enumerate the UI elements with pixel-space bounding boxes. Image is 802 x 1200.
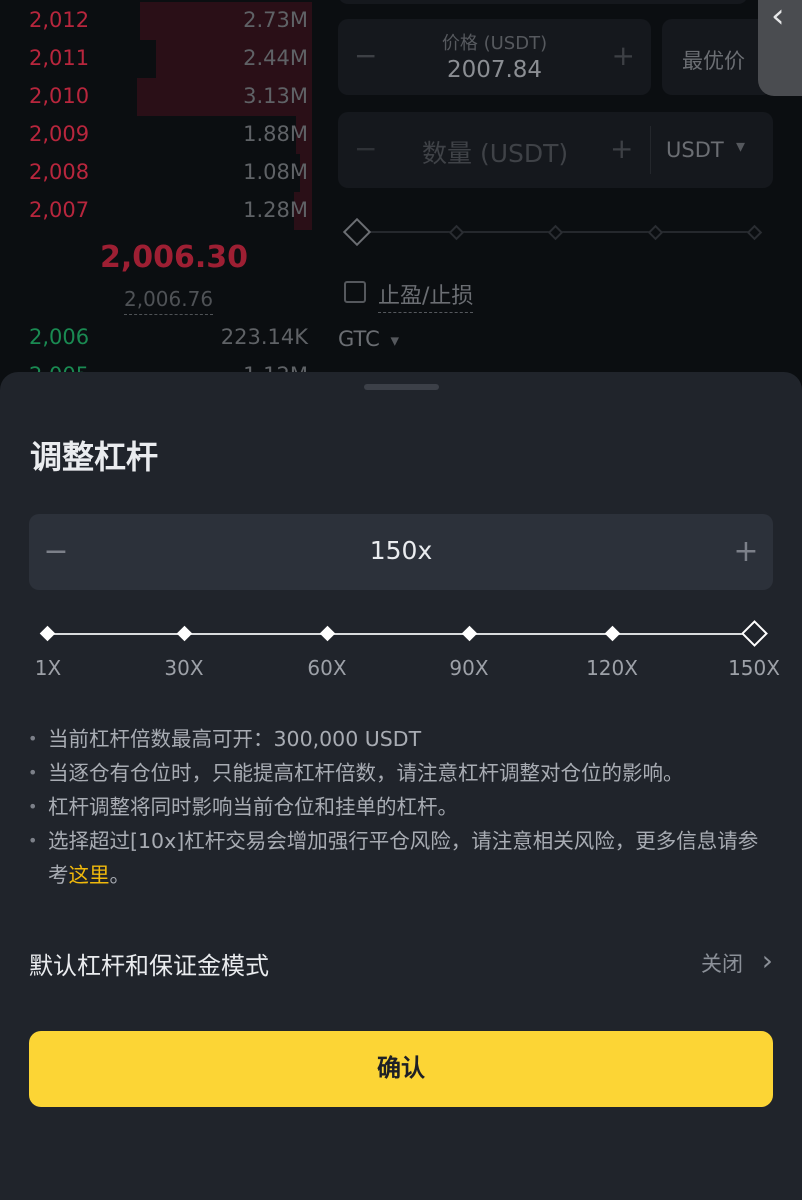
amount-slider-handle[interactable]	[342, 217, 372, 247]
ask-price: 2,008	[29, 160, 90, 184]
ask-amount: 1.88M	[243, 122, 308, 146]
bid-price: 2,006	[29, 325, 90, 349]
price-value: 2007.84	[446, 57, 543, 83]
ask-amount: 3.13M	[243, 84, 308, 108]
note-end: 。	[109, 863, 131, 887]
note-text: 选择超过[10x]杠杆交易会增加强行平仓风险，请注意相关风险，更多信息请参考	[48, 829, 759, 887]
ask-price: 2,012	[29, 8, 90, 32]
slider-label: 60X	[307, 656, 347, 680]
quantity-unit[interactable]: USDT	[666, 138, 724, 162]
ask-price: 2,010	[29, 84, 90, 108]
ask-price: 2,011	[29, 46, 90, 70]
bid-row[interactable]: 2,006 223.14K	[0, 319, 312, 357]
default-mode-row[interactable]: 默认杠杆和保证金模式 关闭 ›	[29, 944, 773, 984]
leverage-stepper[interactable]: − 150x +	[29, 514, 773, 590]
ask-row[interactable]: 2,009 1.88M	[0, 116, 312, 154]
plus-icon[interactable]: +	[731, 532, 761, 572]
tpsl-label[interactable]: 止盈/止损	[378, 278, 474, 313]
ask-amount: 2.73M	[243, 8, 308, 32]
slider-tick	[746, 224, 763, 241]
bid-amount: 223.14K	[220, 325, 308, 349]
price-input[interactable]: − 价格 (USDT) 2007.84 +	[338, 19, 651, 95]
note-item: 当前杠杆倍数最高可开：300,000 USDT	[28, 722, 778, 756]
slider-tick[interactable]	[604, 625, 621, 642]
quantity-placeholder: 数量 (USDT)	[422, 139, 569, 168]
slider-label: 90X	[449, 656, 489, 680]
default-mode-label: 默认杠杆和保证金模式	[29, 952, 269, 980]
slider-tick[interactable]	[176, 625, 193, 642]
ask-amount: 2.44M	[243, 46, 308, 70]
mark-price[interactable]: 2,006.76	[124, 287, 214, 315]
here-link[interactable]: 这里	[69, 863, 110, 887]
dropdown-icon: ▾	[390, 331, 400, 351]
ask-row[interactable]: 2,007 1.28M	[0, 192, 312, 230]
ask-row[interactable]: 2,011 2.44M	[0, 40, 312, 78]
note-item: 选择超过[10x]杠杆交易会增加强行平仓风险，请注意相关风险，更多信息请参考这里…	[28, 824, 778, 892]
slider-label: 1X	[34, 656, 62, 680]
leverage-value: 150x	[369, 536, 433, 565]
slider-tick	[448, 224, 465, 241]
slider-label: 150X	[728, 656, 780, 680]
best-price-button[interactable]: 最优价	[662, 19, 772, 95]
ask-amount: 1.28M	[243, 198, 308, 222]
ask-amount: 1.08M	[243, 160, 308, 184]
screen: 2,012 2.73M 2,011 2.44M 2,010 3.13M 2,00…	[0, 0, 802, 1200]
leverage-notes: 当前杠杆倍数最高可开：300,000 USDT 当逐仓有仓位时，只能提高杠杆倍数…	[28, 722, 778, 892]
order-type-box[interactable]	[338, 0, 748, 4]
dropdown-icon[interactable]: ▾	[736, 136, 745, 157]
chevron-left-icon: ‹	[771, 0, 785, 36]
divider	[650, 126, 651, 174]
side-drawer-tab[interactable]: ‹	[758, 0, 802, 96]
best-price-label: 最优价	[682, 49, 745, 73]
confirm-label: 确认	[377, 1055, 425, 1082]
sheet-grabber[interactable]	[364, 384, 439, 390]
ask-row[interactable]: 2,012 2.73M	[0, 2, 312, 40]
ask-row[interactable]: 2,010 3.13M	[0, 78, 312, 116]
slider-tick	[547, 224, 564, 241]
plus-icon[interactable]: +	[612, 39, 635, 72]
leverage-slider-handle[interactable]	[741, 620, 768, 647]
slider-tick[interactable]	[39, 625, 56, 642]
note-item: 当逐仓有仓位时，只能提高杠杆倍数，请注意杠杆调整对仓位的影响。	[28, 756, 778, 790]
tif-value: GTC	[338, 327, 380, 351]
confirm-button[interactable]: 确认	[29, 1031, 773, 1107]
slider-label: 120X	[586, 656, 638, 680]
ask-row[interactable]: 2,008 1.08M	[0, 154, 312, 192]
ask-price: 2,009	[29, 122, 90, 146]
price-label: 价格 (USDT)	[441, 33, 548, 54]
adjust-leverage-sheet: 调整杠杆 − 150x + 1X 30X 60X 90X 120X 150X 当…	[0, 372, 802, 1200]
time-in-force-select[interactable]: GTC ▾	[338, 327, 399, 351]
tpsl-checkbox[interactable]	[344, 281, 366, 303]
minus-icon[interactable]: −	[354, 132, 377, 165]
sheet-title: 调整杠杆	[30, 438, 159, 476]
leverage-slider-track[interactable]	[48, 633, 755, 635]
slider-tick	[647, 224, 664, 241]
slider-tick[interactable]	[461, 625, 478, 642]
slider-label: 30X	[164, 656, 204, 680]
last-price: 2,006.30	[100, 240, 249, 275]
note-item: 杠杆调整将同时影响当前仓位和挂单的杠杆。	[28, 790, 778, 824]
chevron-right-icon: ›	[761, 944, 773, 977]
plus-icon[interactable]: +	[610, 132, 633, 165]
slider-tick[interactable]	[319, 625, 336, 642]
quantity-input[interactable]: − 数量 (USDT) + USDT ▾	[338, 112, 773, 188]
default-mode-value: 关闭	[701, 952, 743, 976]
ask-price: 2,007	[29, 198, 90, 222]
